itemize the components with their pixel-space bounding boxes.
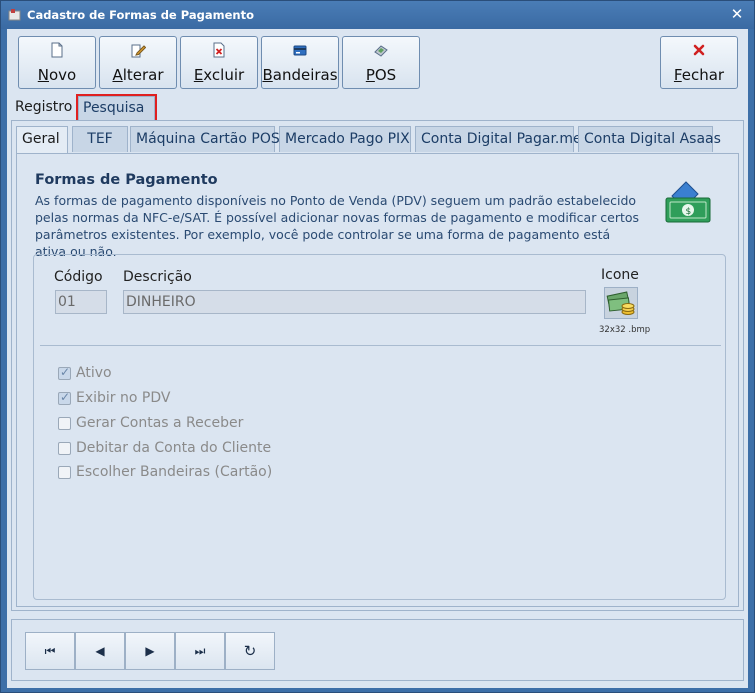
novo-button[interactable]: Novo — [18, 36, 96, 89]
delete-document-icon — [213, 42, 225, 58]
fechar-label: Fechar — [673, 66, 725, 84]
app-icon — [8, 9, 21, 21]
info-title: Formas de Pagamento — [35, 172, 218, 188]
ativo-checkbox-label: Ativo — [76, 365, 112, 381]
money-payment-icon: $ — [665, 181, 711, 223]
icone-picker-button[interactable] — [604, 287, 638, 319]
pos-button[interactable]: POS — [342, 36, 420, 89]
main-window: Cadastro de Formas de Pagamento ✕ Novo A… — [0, 0, 755, 693]
tab-geral[interactable]: Geral — [16, 126, 68, 154]
separator — [40, 345, 721, 346]
descricao-field[interactable]: DINHEIRO — [123, 290, 586, 314]
tab-tef[interactable]: TEF — [72, 126, 128, 152]
close-x-icon — [693, 44, 705, 56]
registro-panel: Geral TEF Máquina Cartão POS Mercado Pag… — [11, 120, 744, 611]
window-close-button[interactable]: ✕ — [726, 5, 748, 25]
checkbox-box — [58, 466, 71, 479]
record-navigator: ⏮ ◀ ▶ ⏭ ↻ — [11, 619, 744, 681]
client-area: Novo Alterar Excluir Bandeiras POS Fecha… — [7, 29, 748, 688]
codigo-field[interactable]: 01 — [55, 290, 107, 314]
alterar-label: Alterar — [112, 66, 164, 84]
tab-pesquisa[interactable]: Pesquisa — [76, 94, 157, 122]
edit-pencil-icon — [131, 44, 146, 58]
checkbox-box — [58, 365, 71, 380]
previous-record-button[interactable]: ◀ — [75, 632, 125, 670]
checkbox-box — [58, 417, 71, 430]
cash-coins-icon — [606, 291, 635, 315]
next-record-button[interactable]: ▶ — [125, 632, 175, 670]
title-bar: Cadastro de Formas de Pagamento ✕ — [1, 1, 754, 29]
card-flag-icon — [293, 45, 307, 56]
icone-format-caption: 32x32 .bmp — [599, 325, 651, 335]
svg-text:$: $ — [686, 207, 692, 217]
tab-mercado-pago-pix[interactable]: Mercado Pago PIX — [279, 126, 411, 152]
fields-box: Código 01 Descrição DINHEIRO Icone 32x32… — [33, 254, 726, 600]
escolher-bandeiras-checkbox-label: Escolher Bandeiras (Cartão) — [76, 464, 273, 480]
new-document-icon — [51, 42, 63, 58]
novo-label: Novo — [37, 66, 77, 84]
bandeiras-label: Bandeiras — [262, 66, 338, 84]
pos-terminal-icon — [374, 45, 388, 57]
last-record-button[interactable]: ⏭ — [175, 632, 225, 670]
tab-registro[interactable]: Registro — [11, 96, 77, 120]
window-title: Cadastro de Formas de Pagamento — [27, 8, 254, 22]
geral-panel: Formas de Pagamento As formas de pagamen… — [16, 153, 739, 607]
gerar-contas-checkbox-label: Gerar Contas a Receber — [76, 415, 244, 431]
checkbox-box — [58, 442, 71, 455]
bandeiras-button[interactable]: Bandeiras — [261, 36, 339, 89]
tab-conta-digital-pagarme[interactable]: Conta Digital Pagar.me — [415, 126, 582, 152]
refresh-button[interactable]: ↻ — [225, 632, 275, 670]
info-text: As formas de pagamento disponíveis no Po… — [35, 193, 640, 259]
debitar-conta-checkbox-label: Debitar da Conta do Cliente — [76, 440, 272, 456]
exibir-pdv-checkbox-label: Exibir no PDV — [76, 390, 171, 406]
codigo-label: Código — [54, 269, 103, 285]
tab-conta-digital-asaas[interactable]: Conta Digital Asaas — [578, 126, 721, 152]
icone-label: Icone — [601, 267, 639, 283]
alterar-button[interactable]: Alterar — [99, 36, 177, 89]
excluir-button[interactable]: Excluir — [180, 36, 258, 89]
excluir-label: Excluir — [193, 66, 245, 84]
pos-label: POS — [365, 66, 397, 84]
tab-maquina-cartao-pos[interactable]: Máquina Cartão POS — [130, 126, 280, 152]
descricao-label: Descrição — [123, 269, 192, 285]
fechar-button[interactable]: Fechar — [660, 36, 738, 89]
checkbox-box — [58, 390, 71, 405]
first-record-button[interactable]: ⏮ — [25, 632, 75, 670]
